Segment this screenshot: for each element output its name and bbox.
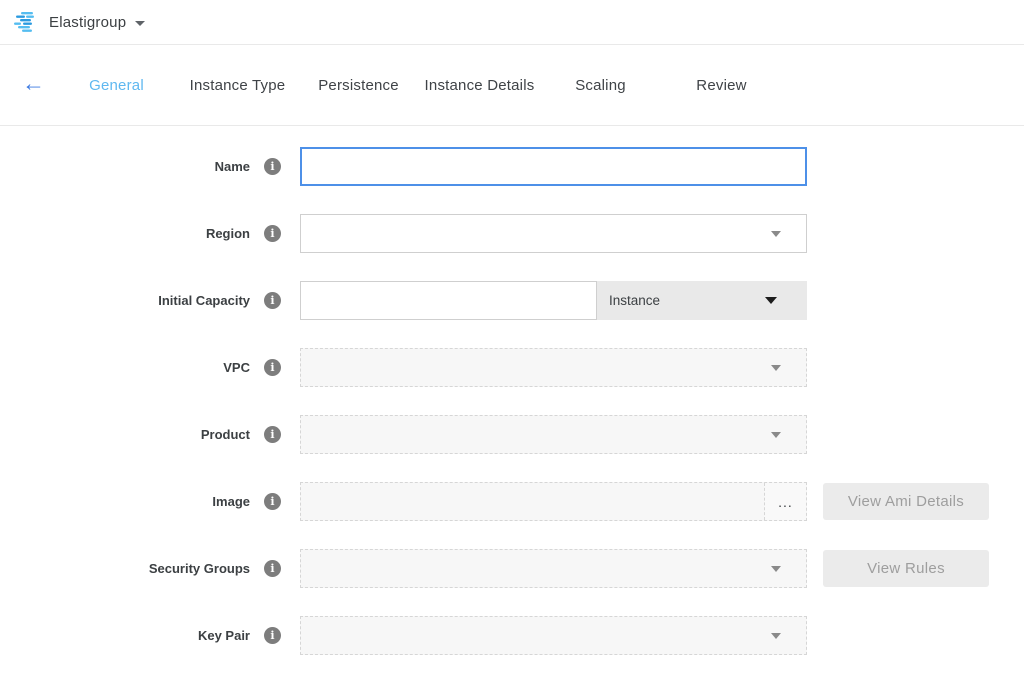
key-pair-label: Key Pair — [0, 628, 250, 643]
image-label: Image — [0, 494, 250, 509]
capacity-unit-select[interactable]: Instance — [597, 281, 807, 320]
info-icon[interactable]: i — [264, 560, 281, 577]
field-row-security-groups: Security Groups i View Rules — [0, 549, 1024, 588]
tab-persistence[interactable]: Persistence — [298, 77, 419, 94]
tab-general[interactable]: General — [56, 77, 177, 94]
tab-instance-details[interactable]: Instance Details — [419, 77, 540, 94]
wizard-tabs: General Instance Type Persistence Instan… — [56, 77, 782, 94]
security-groups-label: Security Groups — [0, 561, 250, 576]
info-icon[interactable]: i — [264, 627, 281, 644]
region-label: Region — [0, 226, 250, 241]
initial-capacity-input[interactable] — [300, 281, 597, 320]
vpc-select — [300, 348, 807, 387]
field-row-image: Image i ... View Ami Details — [0, 482, 1024, 521]
app-title: Elastigroup — [49, 14, 126, 31]
view-ami-details-button[interactable]: View Ami Details — [823, 483, 989, 520]
field-row-product: Product i — [0, 415, 1024, 454]
chevron-down-icon[interactable] — [135, 21, 145, 26]
tab-review[interactable]: Review — [661, 77, 782, 94]
general-settings-form: Name i Region i Initial Capacity i Insta… — [0, 126, 1024, 655]
chevron-down-icon — [771, 365, 781, 371]
chevron-down-icon — [771, 432, 781, 438]
vpc-label: VPC — [0, 360, 250, 375]
field-row-key-pair: Key Pair i — [0, 616, 1024, 655]
view-rules-button[interactable]: View Rules — [823, 550, 989, 587]
info-icon[interactable]: i — [264, 292, 281, 309]
field-row-region: Region i — [0, 214, 1024, 253]
initial-capacity-label: Initial Capacity — [0, 293, 250, 308]
info-icon[interactable]: i — [264, 359, 281, 376]
chevron-down-icon — [771, 231, 781, 237]
region-select[interactable] — [300, 214, 807, 253]
chevron-down-icon — [771, 633, 781, 639]
info-icon[interactable]: i — [264, 225, 281, 242]
top-bar: Elastigroup — [0, 0, 1024, 45]
name-label: Name — [0, 159, 250, 174]
info-icon[interactable]: i — [264, 493, 281, 510]
tab-instance-type[interactable]: Instance Type — [177, 77, 298, 94]
wizard-tab-bar: ← General Instance Type Persistence Inst… — [0, 45, 1024, 126]
chevron-down-icon — [771, 566, 781, 572]
product-select — [300, 415, 807, 454]
back-arrow-icon[interactable]: ← — [22, 72, 46, 95]
info-icon[interactable]: i — [264, 158, 281, 175]
product-label: Product — [0, 427, 250, 442]
browse-ellipsis-button[interactable]: ... — [764, 483, 806, 520]
capacity-unit-value: Instance — [609, 293, 660, 308]
field-row-initial-capacity: Initial Capacity i Instance — [0, 281, 1024, 320]
field-row-vpc: VPC i — [0, 348, 1024, 387]
security-groups-select — [300, 549, 807, 588]
chevron-down-icon — [765, 297, 777, 304]
image-input — [301, 483, 764, 520]
field-row-name: Name i — [0, 147, 1024, 186]
key-pair-select — [300, 616, 807, 655]
tab-scaling[interactable]: Scaling — [540, 77, 661, 94]
info-icon[interactable]: i — [264, 426, 281, 443]
elastigroup-logo-icon — [14, 12, 40, 32]
name-input[interactable] — [300, 147, 807, 186]
